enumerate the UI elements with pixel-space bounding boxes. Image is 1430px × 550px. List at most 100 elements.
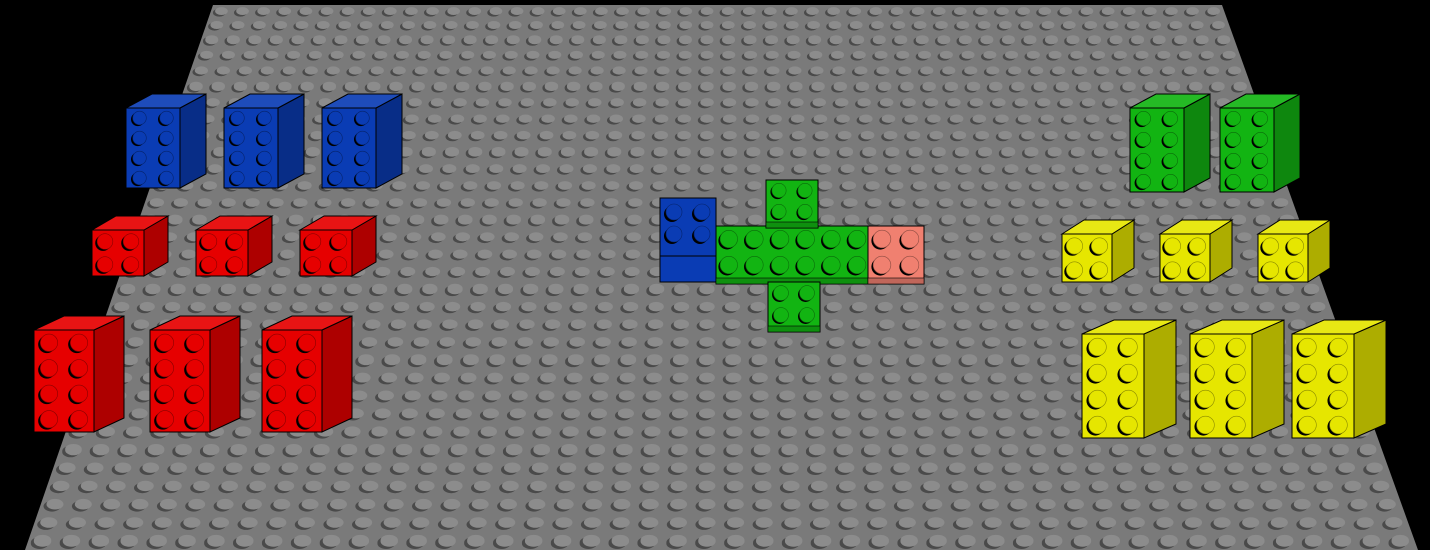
brick-stud	[96, 256, 114, 273]
brick-stud	[1262, 237, 1279, 255]
brick-stud	[1196, 389, 1215, 409]
green-2x4-brick[interactable]	[1219, 93, 1301, 193]
blue-2x4-brick[interactable]	[125, 93, 207, 189]
brick-stud	[1226, 111, 1241, 126]
brick-stud	[1227, 363, 1246, 383]
brick-stud	[298, 410, 316, 429]
brick-stud	[257, 110, 272, 126]
brick-stud	[268, 359, 286, 378]
scene-canvas	[25, 5, 1418, 550]
yellow-2x2-brick[interactable]	[1060, 219, 1136, 283]
brick-stud	[70, 410, 88, 429]
brick-stud	[1189, 237, 1206, 255]
brick-stud	[298, 359, 316, 378]
tile-stud	[719, 255, 738, 275]
brick-stud	[328, 110, 343, 126]
brick-stud	[230, 130, 245, 146]
red-2x4-brick[interactable]	[33, 315, 125, 433]
tile-edge	[767, 325, 821, 333]
brick-stud	[1088, 415, 1107, 435]
green-2x4-brick[interactable]	[1129, 93, 1211, 193]
yellow-2x4-brick[interactable]	[1081, 319, 1177, 439]
brick-stud	[257, 170, 272, 186]
brick-stud	[1136, 132, 1151, 147]
red-2x4-brick[interactable]	[261, 315, 353, 433]
brick-stud	[159, 170, 174, 186]
brick-stud	[132, 170, 147, 186]
brick-stud	[132, 130, 147, 146]
brick-stud	[1287, 261, 1304, 279]
brick-stud	[1253, 153, 1268, 168]
yellow-2x4-brick[interactable]	[1189, 319, 1285, 439]
brick-stud	[257, 130, 272, 146]
tile-stud	[771, 229, 790, 249]
brick-stud	[122, 233, 140, 250]
assembly-green-horizontal[interactable]	[715, 225, 871, 285]
tile-stud	[799, 307, 815, 323]
assembly-green-top[interactable]	[765, 179, 819, 229]
brick-stud	[1298, 337, 1317, 357]
brick-stud	[186, 410, 204, 429]
assembly-salmon-tile[interactable]	[867, 225, 925, 285]
blue-2x4-brick[interactable]	[321, 93, 403, 189]
tile-stud	[796, 255, 815, 275]
brick-stud	[1196, 337, 1215, 357]
tile-stud	[771, 183, 787, 198]
brick-stud	[230, 110, 245, 126]
tile-face	[715, 225, 871, 285]
brick-stud	[40, 384, 58, 403]
brick-side-face	[1273, 93, 1301, 193]
tile-stud	[797, 204, 813, 219]
red-2x2-brick[interactable]	[90, 215, 170, 277]
brick-stud	[1119, 415, 1138, 435]
brick-side-face	[1251, 319, 1285, 439]
brick-stud	[328, 130, 343, 146]
brick-stud	[665, 203, 683, 221]
brick-side-face	[1143, 319, 1177, 439]
tile-stud	[745, 255, 764, 275]
brick-stud	[1227, 389, 1246, 409]
brick-stud	[1189, 261, 1206, 279]
brick-stud	[1287, 237, 1304, 255]
yellow-2x2-brick[interactable]	[1158, 219, 1234, 283]
brick-stud	[230, 150, 245, 166]
brick-stud	[1262, 261, 1279, 279]
brick-stud	[1164, 261, 1181, 279]
brick-stud	[186, 359, 204, 378]
brick-stud	[304, 256, 322, 273]
tile-stud	[797, 183, 813, 198]
brick-stud	[1329, 389, 1348, 409]
yellow-2x4-brick[interactable]	[1291, 319, 1387, 439]
yellow-2x2-brick[interactable]	[1256, 219, 1332, 283]
tile-stud	[771, 255, 790, 275]
blue-2x4-brick[interactable]	[223, 93, 305, 189]
tile-stud	[773, 307, 789, 323]
red-2x2-brick[interactable]	[194, 215, 274, 277]
red-2x2-brick[interactable]	[298, 215, 378, 277]
brick-stud	[186, 384, 204, 403]
tile-edge	[867, 277, 925, 285]
brick-stud	[40, 410, 58, 429]
brick-stud	[693, 203, 711, 221]
red-2x4-brick[interactable]	[149, 315, 241, 433]
brick-stud	[1088, 363, 1107, 383]
tile-edge	[765, 221, 819, 229]
tile-stud	[799, 285, 815, 301]
tile-stud	[872, 229, 892, 249]
brick-stud	[70, 384, 88, 403]
brick-stud	[122, 256, 140, 273]
brick-stud	[1227, 415, 1246, 435]
tile-stud	[900, 229, 920, 249]
brick-stud	[355, 130, 370, 146]
brick-stud	[268, 384, 286, 403]
assembly-blue-brick[interactable]	[659, 197, 717, 283]
brick-stud	[1253, 132, 1268, 147]
lego-scene	[0, 0, 1430, 550]
brick-side-face	[93, 315, 125, 433]
assembly-green-bottom[interactable]	[767, 281, 821, 333]
brick-stud	[1066, 237, 1083, 255]
brick-stud	[96, 233, 114, 250]
brick-stud	[1119, 363, 1138, 383]
brick-stud	[132, 150, 147, 166]
brick-stud	[1226, 132, 1241, 147]
